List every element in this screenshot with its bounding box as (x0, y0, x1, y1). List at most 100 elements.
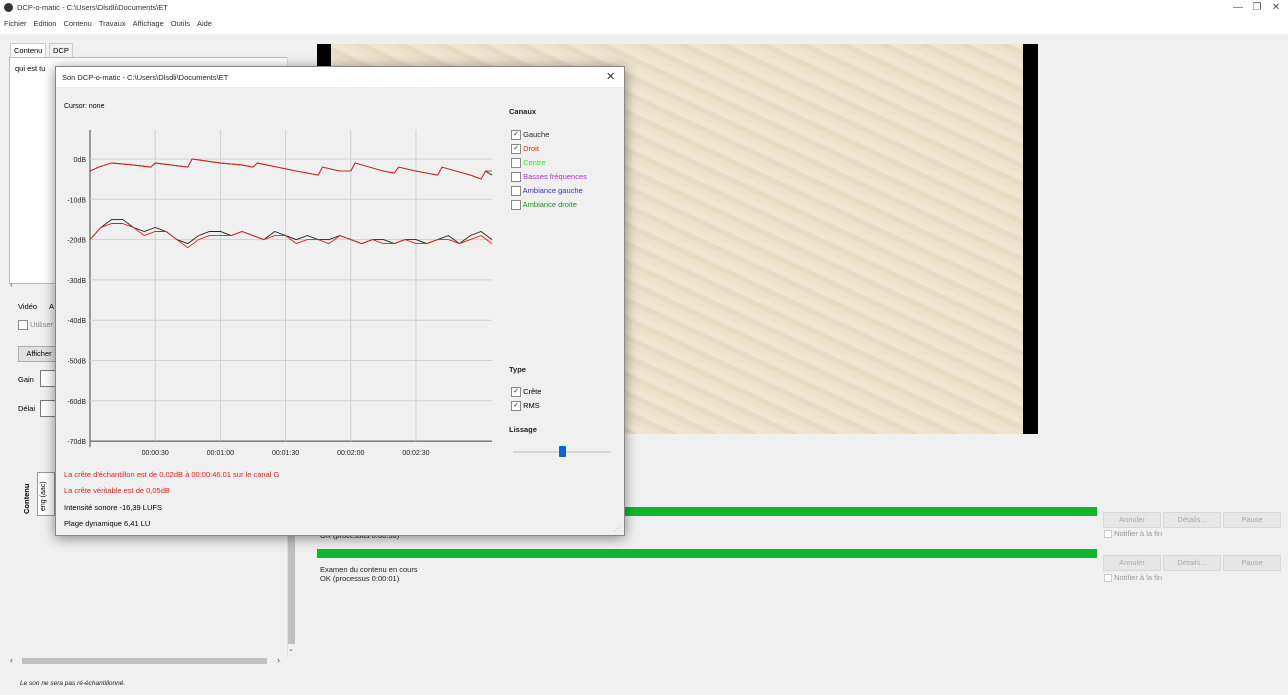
menu-edit[interactable]: Edition (34, 19, 57, 28)
resize-grip-icon[interactable]: ⋰ (614, 525, 621, 533)
menu-tools[interactable]: Outils (171, 19, 190, 28)
x-tick-label: 00:02:30 (402, 450, 429, 457)
scroll-left-icon[interactable]: ‹ (10, 655, 13, 665)
channel-surround-left[interactable]: Ambiance gauche (511, 184, 587, 198)
pause-button[interactable]: Pause (1223, 555, 1281, 571)
job-status-2: OK (processus 0:00:01) (320, 574, 400, 583)
y-tick-label: -30dB (67, 278, 86, 285)
menu-file[interactable]: Fichier (4, 19, 27, 28)
cursor-readout: Cursor: none (64, 103, 105, 110)
type-heading: Type (509, 365, 526, 374)
scroll-down-arrow-icon[interactable]: ⌄ (288, 645, 294, 653)
menu-jobs[interactable]: Travaux (99, 19, 126, 28)
channel-ls-checkbox[interactable] (511, 186, 521, 197)
y-tick-label: -20dB (67, 238, 86, 245)
gain-label: Gain (18, 375, 34, 384)
type-peak[interactable]: Crête (511, 385, 541, 399)
channels-heading: Canaux (509, 107, 537, 116)
close-button[interactable]: ✕ (1266, 2, 1286, 14)
x-tick-label: 00:01:00 (207, 450, 234, 457)
use-label: Utiliser (30, 320, 54, 329)
details-button[interactable]: Détails... (1163, 555, 1221, 571)
tab-audio[interactable]: A (49, 302, 54, 311)
job-name-2: Examen du contenu en cours (320, 565, 418, 574)
channel-right-checkbox[interactable] (511, 144, 521, 155)
channel-left[interactable]: Gauche (511, 128, 587, 142)
loudness-text: Intensité sonore -16,39 LUFS (64, 503, 162, 512)
window-title: DCP-o-matic - C:\Users\Dlsdli\Documents\… (17, 3, 168, 12)
sample-peak-text: La crête d'échantillon est de 0,02dB à 0… (64, 470, 280, 479)
menu-view[interactable]: Affichage (133, 19, 164, 28)
y-tick-label: -10dB (67, 197, 86, 204)
delay-label: Délai (18, 404, 36, 413)
horizontal-scroll-thumb[interactable] (22, 658, 267, 664)
channel-lfe[interactable]: Basses fréquences (511, 170, 587, 184)
app-logo-icon (4, 3, 13, 12)
scroll-left-arrow-icon[interactable]: ‹ (10, 280, 13, 289)
x-tick-label: 00:02:00 (337, 450, 364, 457)
chart-grid (89, 130, 492, 448)
notify-checkbox[interactable] (1104, 530, 1112, 539)
dialog-close-button[interactable]: ✕ (606, 70, 615, 83)
x-axis-ticks: 00:00:30 00:01:00 00:01:30 00:02:00 00:02:30 (142, 450, 430, 457)
notify-checkbox[interactable] (1104, 574, 1112, 583)
y-tick-label: -70dB (67, 439, 86, 446)
smoothing-heading: Lissage (509, 425, 537, 434)
details-button[interactable]: Détails... (1163, 512, 1221, 528)
channel-right[interactable]: Droit (511, 142, 587, 156)
y-tick-label: -60dB (67, 399, 86, 406)
series-line-gauche-peak (89, 158, 493, 180)
restore-button[interactable]: ❐ (1247, 2, 1267, 14)
type-rms[interactable]: RMS (511, 399, 541, 413)
minimize-button[interactable]: — (1228, 2, 1248, 14)
channel-rs-checkbox[interactable] (511, 200, 521, 211)
resample-note: Le son ne sera pas ré-échantillonné. (20, 680, 126, 687)
x-tick-label: 00:01:30 (272, 450, 299, 457)
peak-checkbox[interactable] (511, 387, 521, 398)
notify-label: Notifier à la fin (1114, 573, 1163, 582)
pause-button[interactable]: Pause (1223, 512, 1281, 528)
dialog-title: Son DCP-o-matic - C:\Users\Dlsdli\Docume… (62, 73, 229, 82)
notify-label: Notifier à la fin (1114, 529, 1163, 538)
cancel-button[interactable]: Annuler (1103, 555, 1161, 571)
cancel-button[interactable]: Annuler (1103, 512, 1161, 528)
channel-left-checkbox[interactable] (511, 130, 521, 141)
channel-label: Gauche (523, 130, 550, 139)
channel-label: Ambiance gauche (522, 186, 583, 195)
channel-surround-right[interactable]: Ambiance droite (511, 198, 587, 212)
channel-centre-checkbox[interactable] (511, 158, 521, 169)
dialog-title-bar: Son DCP-o-matic - C:\Users\Dlsdli\Docume… (56, 67, 624, 87)
job-progress-bar-2 (317, 549, 1097, 558)
channel-label: Ambiance droite (522, 200, 577, 209)
smoothing-slider-thumb[interactable] (558, 446, 566, 457)
channel-centre[interactable]: Centre (511, 156, 587, 170)
channel-label: Droit (523, 144, 539, 153)
use-checkbox[interactable] (18, 320, 28, 331)
x-tick-label: 00:00:30 (142, 450, 169, 457)
tab-content[interactable]: Contenu (10, 43, 47, 57)
series-line-droit-peak (89, 158, 492, 180)
series-line-droit-rms (89, 223, 493, 249)
title-bar: DCP-o-matic - C:\Users\Dlsdli\Documents\… (0, 0, 1288, 16)
type-label: Crête (523, 387, 542, 396)
audio-chart[interactable]: 0dB -10dB -20dB -30dB -40dB -50dB -60dB -70dB 0… (56, 117, 496, 462)
tab-dcp[interactable]: DCP (49, 43, 73, 57)
y-tick-label: 0dB (74, 157, 87, 164)
channel-list: Gauche Droit Centre Basses fréquences Am… (511, 128, 587, 212)
menu-content[interactable]: Contenu (63, 19, 91, 28)
audio-dialog: Son DCP-o-matic - C:\Users\Dlsdli\Docume… (55, 66, 625, 536)
menu-bar: Fichier Edition Contenu Travaux Affichage Out… (0, 16, 1288, 34)
show-button[interactable]: Afficher (18, 346, 60, 362)
list-item[interactable]: qui est tu (15, 64, 45, 73)
y-tick-label: -40dB (67, 318, 86, 325)
track-label[interactable]: eng (aac) (40, 481, 47, 511)
rms-checkbox[interactable] (511, 401, 521, 412)
content-vertical-label: Contenu (22, 483, 31, 514)
y-tick-label: -50dB (67, 359, 86, 366)
scroll-right-icon[interactable]: › (277, 655, 280, 665)
tab-video[interactable]: Vidéo (18, 302, 37, 311)
channel-lfe-checkbox[interactable] (511, 172, 521, 183)
channel-label: Basses fréquences (523, 172, 587, 181)
menu-help[interactable]: Aide (197, 19, 212, 28)
channel-label: Centre (523, 158, 546, 167)
